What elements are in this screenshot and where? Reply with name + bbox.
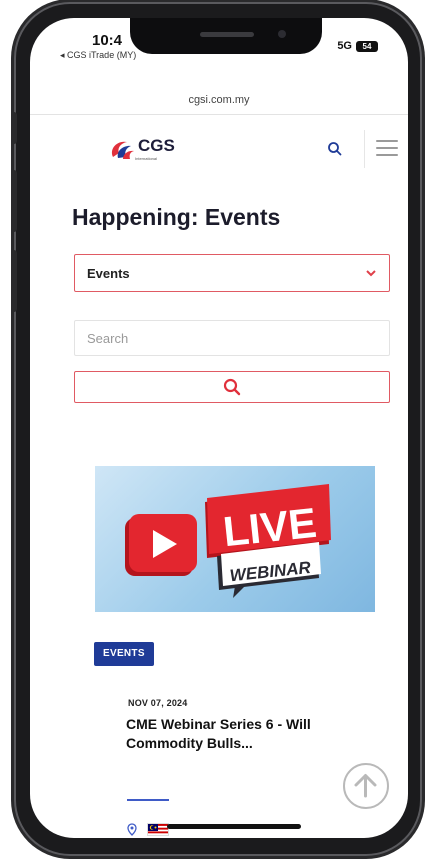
cgs-logo-mark-icon bbox=[109, 139, 135, 161]
battery-icon: 54 bbox=[356, 40, 378, 52]
search-submit-button[interactable] bbox=[74, 371, 390, 403]
header-divider bbox=[364, 130, 365, 168]
status-time: 10:4 bbox=[92, 32, 123, 49]
phone-volume-up bbox=[11, 170, 17, 232]
browser-url[interactable]: cgsi.com.my bbox=[30, 94, 408, 106]
status-indicators: 5G 54 bbox=[337, 40, 378, 52]
phone-screen: 10:4 ◂ CGS iTrade (MY) 5G 54 cgsi.com.my… bbox=[30, 18, 408, 838]
category-tag[interactable]: EVENTS bbox=[94, 642, 154, 666]
home-indicator[interactable] bbox=[167, 824, 301, 829]
url-divider bbox=[30, 114, 408, 115]
phone-mute-switch bbox=[11, 112, 17, 144]
logo-text: CGS bbox=[138, 136, 175, 155]
site-header: CGS International bbox=[30, 116, 408, 180]
event-type-dropdown[interactable]: Events bbox=[74, 254, 390, 292]
hamburger-menu-icon[interactable] bbox=[376, 140, 398, 158]
event-location bbox=[127, 823, 169, 836]
front-camera-icon bbox=[278, 30, 286, 38]
notch-speaker bbox=[200, 32, 254, 37]
back-to-app-link[interactable]: ◂ CGS iTrade (MY) bbox=[60, 50, 136, 61]
logo-subtext: International bbox=[135, 156, 158, 161]
location-pin-icon bbox=[127, 823, 137, 836]
search-icon bbox=[328, 142, 342, 156]
dropdown-selected-value: Events bbox=[87, 265, 130, 281]
play-icon bbox=[125, 514, 197, 576]
event-divider bbox=[127, 799, 169, 801]
event-date: NOV 07, 2024 bbox=[128, 698, 188, 708]
chevron-down-icon bbox=[365, 266, 377, 280]
phone-volume-down bbox=[11, 250, 17, 312]
arrow-up-icon bbox=[354, 774, 377, 798]
header-search-button[interactable] bbox=[326, 140, 344, 158]
scroll-to-top-button[interactable] bbox=[343, 763, 389, 809]
malaysia-flag-icon bbox=[147, 823, 169, 836]
search-input[interactable] bbox=[74, 320, 390, 356]
network-label: 5G bbox=[337, 40, 352, 52]
notch bbox=[130, 18, 322, 54]
event-title[interactable]: CME Webinar Series 6 - Will Commodity Bu… bbox=[126, 715, 346, 753]
search-icon bbox=[223, 378, 241, 396]
page-title: Happening: Events bbox=[72, 204, 281, 230]
cgs-logo[interactable]: CGS International bbox=[109, 136, 175, 161]
event-banner-image[interactable]: LIVE WEBINAR bbox=[95, 466, 375, 612]
